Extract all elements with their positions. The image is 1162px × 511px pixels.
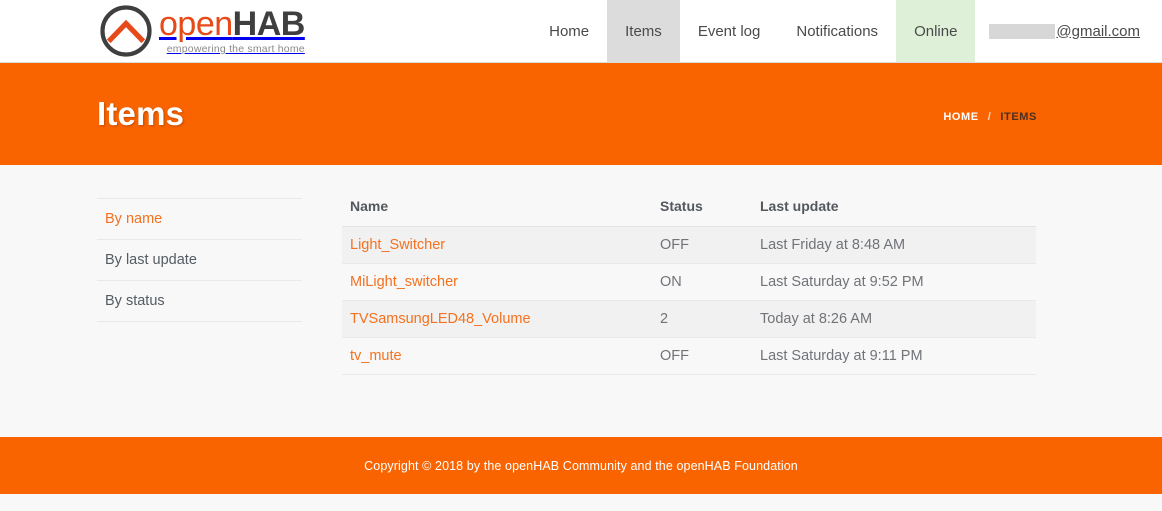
brand-name-open: open	[159, 5, 233, 44]
items-table: Name Status Last update Light_Switcher O…	[342, 198, 1036, 375]
item-link[interactable]: Light_Switcher	[350, 237, 445, 253]
page-bottom-spacer	[0, 494, 1162, 511]
nav-item-items[interactable]: Items	[607, 0, 680, 62]
breadcrumb-separator: /	[987, 111, 992, 123]
openhab-logo-icon	[100, 5, 152, 57]
user-email-suffix: @gmail.com	[1056, 22, 1140, 40]
brand-name-hab: HAB	[232, 5, 306, 44]
items-table-wrapper: Name Status Last update Light_Switcher O…	[342, 198, 1036, 437]
cell-item-last-update: Today at 8:26 AM	[752, 300, 1036, 338]
site-footer: Copyright © 2018 by the openHAB Communit…	[0, 437, 1162, 494]
nav-user-account[interactable]: @gmail.com	[975, 0, 1162, 62]
table-row: TVSamsungLED48_Volume 2 Today at 8:26 AM	[342, 300, 1036, 338]
sidebar-item-by-status[interactable]: By status	[97, 281, 302, 322]
cell-item-status: OFF	[652, 337, 752, 375]
sort-sidebar: By name By last update By status	[97, 198, 302, 437]
redacted-username	[989, 23, 1056, 39]
column-header-name: Name	[342, 198, 652, 227]
sidebar-item-by-last-update[interactable]: By last update	[97, 240, 302, 281]
cell-item-status: 2	[652, 300, 752, 338]
cell-item-name: tv_mute	[342, 337, 652, 375]
brand-tagline: empowering the smart home	[166, 43, 305, 56]
items-table-body: Light_Switcher OFF Last Friday at 8:48 A…	[342, 226, 1036, 375]
item-link[interactable]: TVSamsungLED48_Volume	[350, 311, 531, 327]
site-header: openHAB empowering the smart home Home I…	[0, 0, 1162, 63]
breadcrumb-item-home[interactable]: HOME	[943, 111, 978, 123]
item-link[interactable]: MiLight_switcher	[350, 274, 458, 290]
column-header-status: Status	[652, 198, 752, 227]
content-area: By name By last update By status Name St…	[0, 165, 1162, 437]
cell-item-status: OFF	[652, 226, 752, 264]
cell-item-last-update: Last Saturday at 9:52 PM	[752, 263, 1036, 301]
cell-item-last-update: Last Friday at 8:48 AM	[752, 226, 1036, 264]
main-nav: Home Items Event log Notifications Onlin…	[531, 0, 1162, 62]
footer-copyright: Copyright © 2018 by the openHAB Communit…	[364, 458, 798, 473]
breadcrumb: HOME / ITEMS	[943, 105, 1037, 123]
table-row: Light_Switcher OFF Last Friday at 8:48 A…	[342, 226, 1036, 264]
brand-name: openHAB	[159, 7, 305, 41]
cell-item-name: MiLight_switcher	[342, 263, 652, 301]
page-title: Items	[97, 95, 185, 132]
sidebar-item-by-name[interactable]: By name	[97, 198, 302, 240]
nav-item-home[interactable]: Home	[531, 0, 607, 62]
nav-item-notifications[interactable]: Notifications	[778, 0, 896, 62]
items-table-head: Name Status Last update	[342, 198, 1036, 227]
nav-item-online-status[interactable]: Online	[896, 0, 976, 62]
brand-wordmark: openHAB empowering the smart home	[159, 7, 305, 55]
cell-item-last-update: Last Saturday at 9:11 PM	[752, 337, 1036, 375]
cell-item-status: ON	[652, 263, 752, 301]
brand-logo-link[interactable]: openHAB empowering the smart home	[0, 0, 305, 62]
cell-item-name: TVSamsungLED48_Volume	[342, 300, 652, 338]
breadcrumb-item-items: ITEMS	[1000, 111, 1037, 123]
table-header-row: Name Status Last update	[342, 198, 1036, 227]
column-header-last-update: Last update	[752, 198, 1036, 227]
item-link[interactable]: tv_mute	[350, 348, 402, 364]
table-row: tv_mute OFF Last Saturday at 9:11 PM	[342, 337, 1036, 375]
cell-item-name: Light_Switcher	[342, 226, 652, 264]
page-banner: Items HOME / ITEMS	[0, 63, 1162, 165]
nav-item-event-log[interactable]: Event log	[680, 0, 779, 62]
table-row: MiLight_switcher ON Last Saturday at 9:5…	[342, 263, 1036, 301]
